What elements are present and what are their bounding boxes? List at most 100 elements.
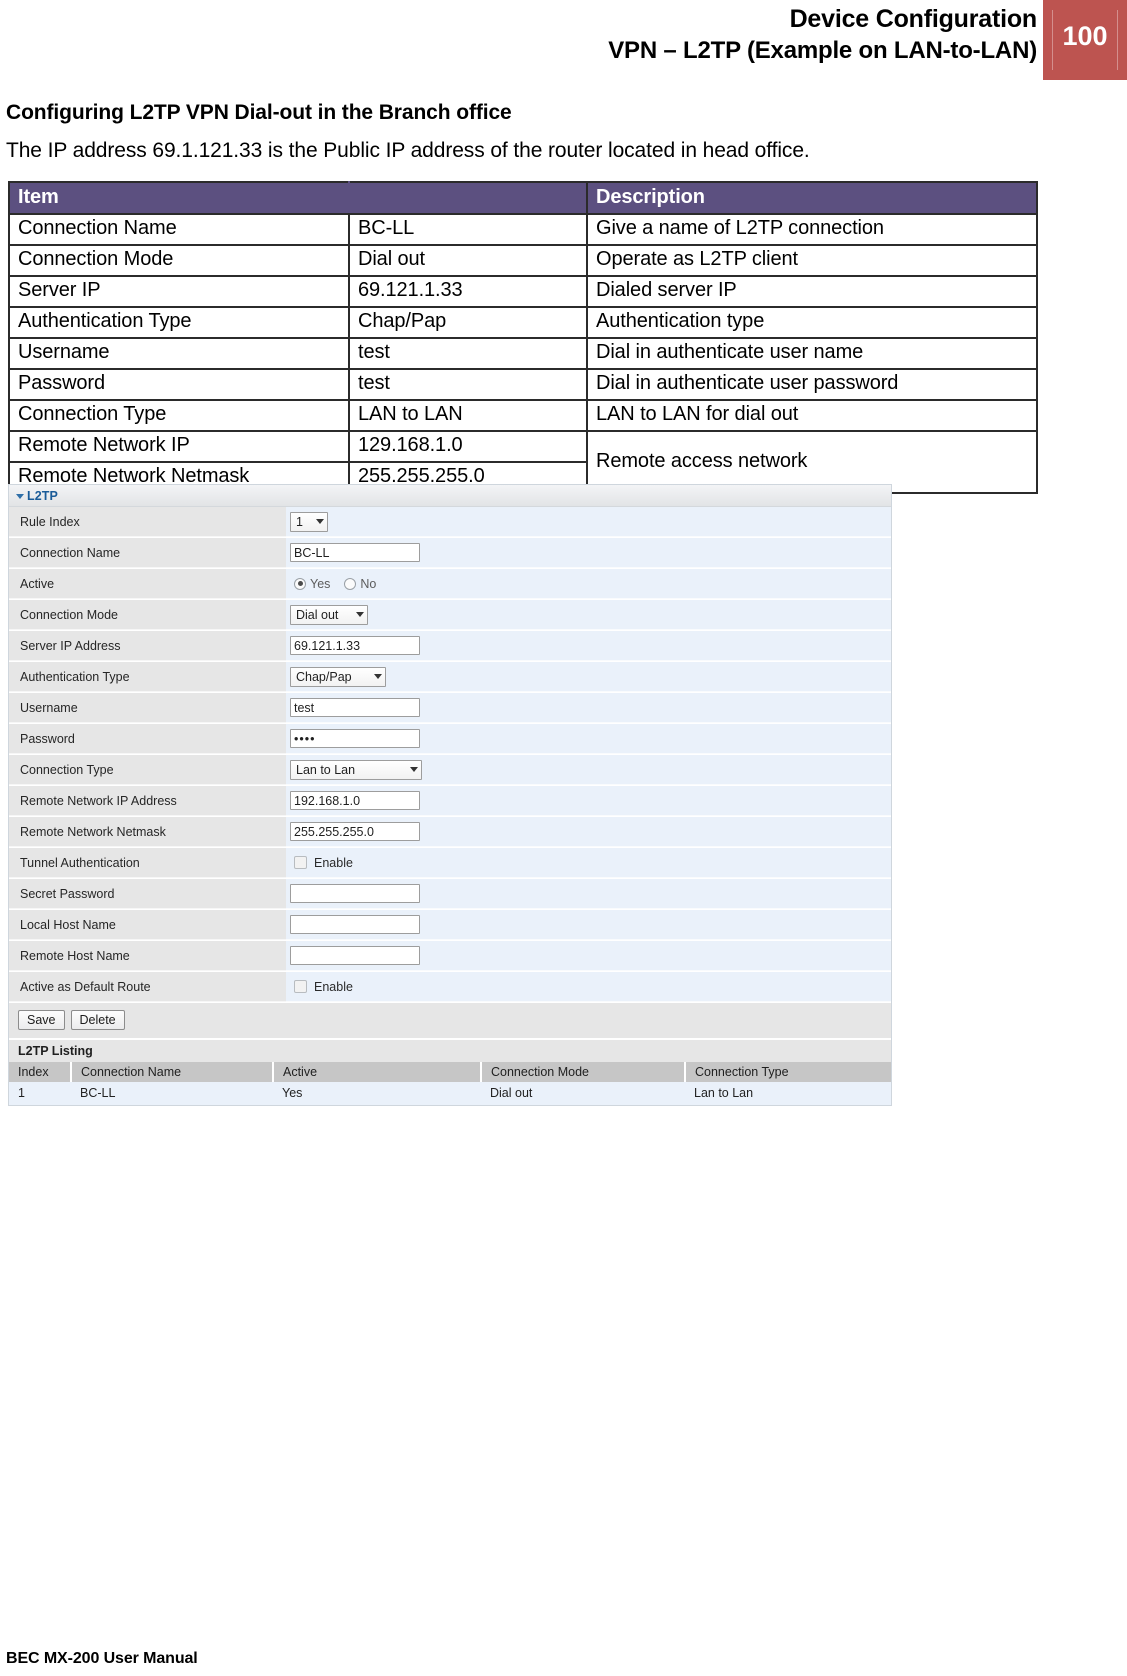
spec-description: Operate as L2TP client bbox=[586, 244, 1038, 277]
intro-paragraph: The IP address 69.1.121.33 is the Public… bbox=[6, 139, 810, 162]
spec-item: Password bbox=[8, 368, 350, 401]
spec-item: Authentication Type bbox=[8, 306, 350, 339]
label-tunnel-auth: Tunnel Authentication bbox=[9, 848, 286, 878]
label-remote-host: Remote Host Name bbox=[9, 941, 286, 971]
connection-mode-value: Dial out bbox=[296, 607, 339, 622]
chevron-down-icon bbox=[374, 674, 382, 679]
remote-netmask-input[interactable] bbox=[290, 822, 420, 841]
listing-connection-mode: Dial out bbox=[481, 1082, 685, 1105]
field-row-connection-type: Connection Type Lan to Lan bbox=[9, 755, 891, 786]
label-default-route: Active as Default Route bbox=[9, 972, 286, 1002]
password-input[interactable] bbox=[290, 729, 420, 748]
table-row: Server IP 69.121.1.33 Dialed server IP bbox=[8, 275, 1038, 308]
tunnel-auth-enable-label: Enable bbox=[314, 855, 353, 870]
page-number-badge: 100 bbox=[1043, 0, 1127, 80]
spec-description: Dial in authenticate user password bbox=[586, 368, 1038, 401]
label-server-ip: Server IP Address bbox=[9, 631, 286, 661]
table-row: Connection Mode Dial out Operate as L2TP… bbox=[8, 244, 1038, 277]
header-title-primary: Device Configuration bbox=[789, 5, 1038, 33]
rule-index-value: 1 bbox=[296, 514, 303, 529]
field-row-secret-password: Secret Password bbox=[9, 879, 891, 910]
spec-item: Remote Network IP bbox=[8, 430, 350, 463]
spec-description: LAN to LAN for dial out bbox=[586, 399, 1038, 432]
chevron-down-icon bbox=[356, 612, 364, 617]
header-titles: Device Configuration VPN – L2TP (Example… bbox=[608, 4, 1037, 66]
rule-index-select[interactable]: 1 bbox=[290, 511, 328, 532]
label-active: Active bbox=[9, 569, 286, 599]
username-input[interactable] bbox=[290, 698, 420, 717]
spec-value: BC-LL bbox=[348, 213, 588, 246]
tunnel-auth-checkbox-icon[interactable] bbox=[294, 856, 307, 869]
field-row-local-host: Local Host Name bbox=[9, 910, 891, 941]
section-heading: Configuring L2TP VPN Dial-out in the Bra… bbox=[6, 101, 512, 124]
field-row-connection-mode: Connection Mode Dial out bbox=[9, 600, 891, 631]
action-button-row: Save Delete bbox=[9, 1003, 891, 1039]
panel-header[interactable]: L2TP bbox=[9, 485, 891, 507]
connection-mode-select[interactable]: Dial out bbox=[290, 604, 368, 625]
auth-type-value: Chap/Pap bbox=[296, 669, 352, 684]
field-row-connection-name: Connection Name bbox=[9, 538, 891, 569]
spec-value: 69.121.1.33 bbox=[348, 275, 588, 308]
connection-name-input[interactable] bbox=[290, 543, 420, 562]
secret-password-input[interactable] bbox=[290, 884, 420, 903]
field-row-rule-index: Rule Index 1 bbox=[9, 507, 891, 538]
spec-value: test bbox=[348, 368, 588, 401]
label-rule-index: Rule Index bbox=[9, 507, 286, 537]
table-row: Username test Dial in authenticate user … bbox=[8, 337, 1038, 370]
page-header: Device Configuration VPN – L2TP (Example… bbox=[0, 0, 1127, 88]
label-secret-password: Secret Password bbox=[9, 879, 286, 909]
listing-col-connection-type: Connection Type bbox=[685, 1062, 891, 1082]
l2tp-listing-table: Index Connection Name Active Connection … bbox=[9, 1062, 891, 1105]
label-local-host: Local Host Name bbox=[9, 910, 286, 940]
table-row: Password test Dial in authenticate user … bbox=[8, 368, 1038, 401]
field-row-default-route: Active as Default Route Enable bbox=[9, 972, 891, 1003]
listing-title: L2TP Listing bbox=[9, 1039, 891, 1062]
field-row-auth-type: Authentication Type Chap/Pap bbox=[9, 662, 891, 693]
auth-type-select[interactable]: Chap/Pap bbox=[290, 666, 386, 687]
spec-description: Authentication type bbox=[586, 306, 1038, 339]
remote-host-input[interactable] bbox=[290, 946, 420, 965]
listing-col-connection-mode: Connection Mode bbox=[481, 1062, 686, 1082]
radio-no-icon[interactable] bbox=[344, 577, 357, 590]
save-button[interactable]: Save bbox=[18, 1010, 65, 1030]
default-route-checkbox-icon[interactable] bbox=[294, 980, 307, 993]
tunnel-auth-checkbox-group[interactable]: Enable bbox=[290, 856, 353, 870]
delete-button[interactable]: Delete bbox=[70, 1010, 125, 1030]
footer-text: BEC MX-200 User Manual bbox=[6, 1650, 198, 1667]
table-row[interactable]: 1 BC-LL Yes Dial out Lan to Lan bbox=[9, 1082, 891, 1105]
listing-col-index: Index bbox=[9, 1062, 72, 1082]
spec-table-header-row: Item Description bbox=[8, 181, 1038, 215]
field-row-tunnel-auth: Tunnel Authentication Enable bbox=[9, 848, 891, 879]
label-auth-type: Authentication Type bbox=[9, 662, 286, 692]
listing-active: Yes bbox=[273, 1082, 481, 1105]
spec-col-spacer bbox=[348, 181, 588, 215]
remote-ip-input[interactable] bbox=[290, 791, 420, 810]
label-username: Username bbox=[9, 693, 286, 723]
active-yes-label: Yes bbox=[310, 576, 331, 591]
label-connection-name: Connection Name bbox=[9, 538, 286, 568]
label-connection-type: Connection Type bbox=[9, 755, 286, 785]
spec-description: Give a name of L2TP connection bbox=[586, 213, 1038, 246]
spec-value: Dial out bbox=[348, 244, 588, 277]
field-row-password: Password bbox=[9, 724, 891, 755]
spec-col-item: Item bbox=[8, 181, 350, 215]
table-row: Authentication Type Chap/Pap Authenticat… bbox=[8, 306, 1038, 339]
local-host-input[interactable] bbox=[290, 915, 420, 934]
label-remote-ip: Remote Network IP Address bbox=[9, 786, 286, 816]
spec-description: Dial in authenticate user name bbox=[586, 337, 1038, 370]
active-yes-option[interactable]: Yes bbox=[294, 577, 330, 591]
collapse-triangle-icon[interactable] bbox=[16, 494, 24, 499]
default-route-checkbox-group[interactable]: Enable bbox=[290, 980, 353, 994]
field-row-active: Active Yes No bbox=[9, 569, 891, 600]
active-no-option[interactable]: No bbox=[344, 577, 376, 591]
field-row-server-ip: Server IP Address bbox=[9, 631, 891, 662]
spec-value: LAN to LAN bbox=[348, 399, 588, 432]
spec-item: Server IP bbox=[8, 275, 350, 308]
spec-item: Connection Mode bbox=[8, 244, 350, 277]
server-ip-input[interactable] bbox=[290, 636, 420, 655]
table-row: Connection Name BC-LL Give a name of L2T… bbox=[8, 213, 1038, 246]
connection-type-select[interactable]: Lan to Lan bbox=[290, 759, 422, 780]
active-radio-group: Yes No bbox=[290, 577, 385, 591]
listing-connection-type: Lan to Lan bbox=[685, 1082, 891, 1105]
radio-yes-icon[interactable] bbox=[294, 577, 306, 590]
